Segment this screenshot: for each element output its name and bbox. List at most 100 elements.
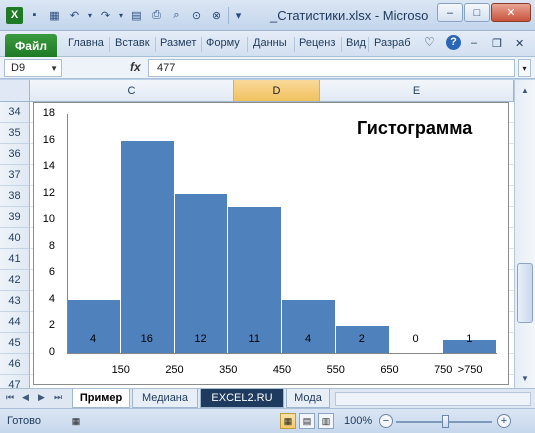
y-tick-label: 2 xyxy=(48,319,55,332)
maximize-button[interactable]: □ xyxy=(464,3,490,22)
zoom-level[interactable]: 100% xyxy=(344,415,372,427)
bar-data-label: 16 xyxy=(140,333,153,345)
sheet-tab-primer[interactable]: Пример xyxy=(72,389,130,408)
expand-formula-bar-icon[interactable]: ▾ xyxy=(518,59,531,77)
row-header[interactable]: 35 xyxy=(0,123,30,144)
row-header[interactable]: 34 xyxy=(0,102,30,123)
refresh-icon[interactable]: ⊙ xyxy=(188,7,205,24)
help-icon[interactable]: ? xyxy=(446,35,461,50)
doc-minimize-button[interactable]: – xyxy=(471,37,477,49)
excel-logo-icon[interactable]: X xyxy=(6,6,23,24)
row-header[interactable]: 46 xyxy=(0,354,30,375)
redo-dropdown-icon[interactable]: ▾ xyxy=(117,7,125,24)
scrollbar-thumb[interactable] xyxy=(517,263,533,323)
tab-review[interactable]: Реценз xyxy=(299,37,335,49)
bar-data-label: 11 xyxy=(248,333,260,345)
doc-restore-button[interactable]: ❐ xyxy=(492,37,502,50)
tab-view[interactable]: Вид xyxy=(346,37,366,49)
y-tick-label: 14 xyxy=(42,160,55,173)
ribbon-minimize-icon[interactable]: ♡ xyxy=(424,35,435,49)
row-header[interactable]: 41 xyxy=(0,249,30,270)
tab-page-layout[interactable]: Размет xyxy=(160,37,196,49)
stop-icon[interactable]: ⊗ xyxy=(208,7,225,24)
name-box[interactable]: D9 ▼ xyxy=(4,59,62,77)
histogram-bar[interactable] xyxy=(282,299,336,353)
grid-icon[interactable]: ▦ xyxy=(46,7,63,24)
splitter-handle[interactable] xyxy=(66,59,69,77)
row-header[interactable]: 37 xyxy=(0,165,30,186)
first-sheet-icon[interactable]: ⏮ xyxy=(6,392,14,403)
tab-separator xyxy=(155,37,156,52)
undo-dropdown-icon[interactable]: ▾ xyxy=(86,7,94,24)
row-header[interactable]: 43 xyxy=(0,291,30,312)
tab-separator xyxy=(341,37,342,52)
x-tick-label: 150 xyxy=(111,364,130,376)
x-tick-label: 550 xyxy=(326,364,345,376)
normal-view-button[interactable]: ▦ xyxy=(280,413,296,429)
scroll-down-icon[interactable]: ▼ xyxy=(517,370,533,386)
histogram-bar[interactable] xyxy=(67,299,121,353)
sheet-tab-excel2ru[interactable]: EXCEL2.RU xyxy=(200,389,284,408)
x-tick-label: 650 xyxy=(380,364,399,376)
tab-data[interactable]: Данны xyxy=(253,37,287,49)
sheet-tab-mediana[interactable]: Медиана xyxy=(132,389,198,408)
histogram-bar[interactable] xyxy=(120,140,175,353)
tab-home[interactable]: Главна xyxy=(68,37,104,49)
row-header[interactable]: 40 xyxy=(0,228,30,249)
row-header[interactable]: 44 xyxy=(0,312,30,333)
undo-icon[interactable]: ↶ xyxy=(66,7,83,24)
file-tab[interactable]: Файл xyxy=(5,34,57,57)
row-header[interactable]: 47 xyxy=(0,375,30,388)
tab-insert[interactable]: Вставк xyxy=(115,37,150,49)
scroll-up-icon[interactable]: ▲ xyxy=(517,82,533,98)
bar-data-label: 4 xyxy=(89,333,97,345)
y-tick-label: 6 xyxy=(48,266,55,279)
histogram-bar[interactable] xyxy=(174,193,229,353)
status-bar: Готово ▦ ▦ ▤ ▥ 100% − + xyxy=(0,408,535,433)
row-header[interactable]: 39 xyxy=(0,207,30,228)
page-layout-view-button[interactable]: ▤ xyxy=(299,413,315,429)
zoom-slider-thumb[interactable] xyxy=(442,415,449,428)
macro-record-icon[interactable]: ▦ xyxy=(68,413,84,429)
chevron-down-icon[interactable]: ▼ xyxy=(50,61,58,77)
page-break-view-button[interactable]: ▥ xyxy=(318,413,334,429)
sheet-tab-moda[interactable]: Мода xyxy=(286,389,330,408)
row-header[interactable]: 36 xyxy=(0,144,30,165)
save-icon[interactable]: ▪ xyxy=(26,7,43,24)
close-button[interactable]: ✕ xyxy=(491,3,531,22)
doc-close-button[interactable]: ✕ xyxy=(515,37,524,50)
histogram-bar[interactable] xyxy=(228,206,282,353)
bar-data-label: 12 xyxy=(194,333,207,345)
print-icon[interactable]: ⎙ xyxy=(148,7,165,24)
copy-icon[interactable]: ▤ xyxy=(128,7,145,24)
prev-sheet-icon[interactable]: ◀ xyxy=(22,392,29,403)
customize-icon[interactable]: ▾ xyxy=(228,6,245,24)
bar-data-label: 4 xyxy=(304,333,312,345)
redo-icon[interactable]: ↷ xyxy=(97,7,114,24)
sheet-tab-bar: ⏮ ◀ ▶ ⏭ Пример Медиана EXCEL2.RU Мода xyxy=(0,388,535,408)
vertical-scrollbar[interactable]: ▲ ▼ xyxy=(514,80,535,388)
row-header[interactable]: 42 xyxy=(0,270,30,291)
last-sheet-icon[interactable]: ⏭ xyxy=(54,392,62,403)
preview-icon[interactable]: ⌕ xyxy=(168,7,185,24)
formula-input[interactable]: 477 xyxy=(148,59,515,77)
tab-separator xyxy=(109,37,110,52)
tab-formulas[interactable]: Форму xyxy=(206,37,240,49)
zoom-out-button[interactable]: − xyxy=(379,414,393,428)
column-header-c[interactable]: C xyxy=(30,80,234,102)
horizontal-scrollbar[interactable] xyxy=(335,392,531,406)
quick-access-toolbar: X ▪ ▦ ↶ ▾ ↷ ▾ ▤ ⎙ ⌕ ⊙ ⊗ ▾ xyxy=(6,6,248,24)
insert-function-icon[interactable]: fx xyxy=(130,60,141,74)
row-header[interactable]: 38 xyxy=(0,186,30,207)
ribbon-tabs: Файл Главна Вставк Размет Форму Данны Ре… xyxy=(0,31,535,57)
x-axis-line xyxy=(67,353,497,354)
tab-developer[interactable]: Разраб xyxy=(374,37,411,49)
select-all-corner[interactable] xyxy=(0,80,30,102)
y-tick-label: 8 xyxy=(48,239,55,252)
zoom-in-button[interactable]: + xyxy=(497,414,511,428)
next-sheet-icon[interactable]: ▶ xyxy=(38,392,45,403)
minimize-button[interactable]: – xyxy=(437,3,463,22)
row-header[interactable]: 45 xyxy=(0,333,30,354)
column-header-d[interactable]: D xyxy=(234,80,320,102)
column-header-e[interactable]: E xyxy=(320,80,514,102)
